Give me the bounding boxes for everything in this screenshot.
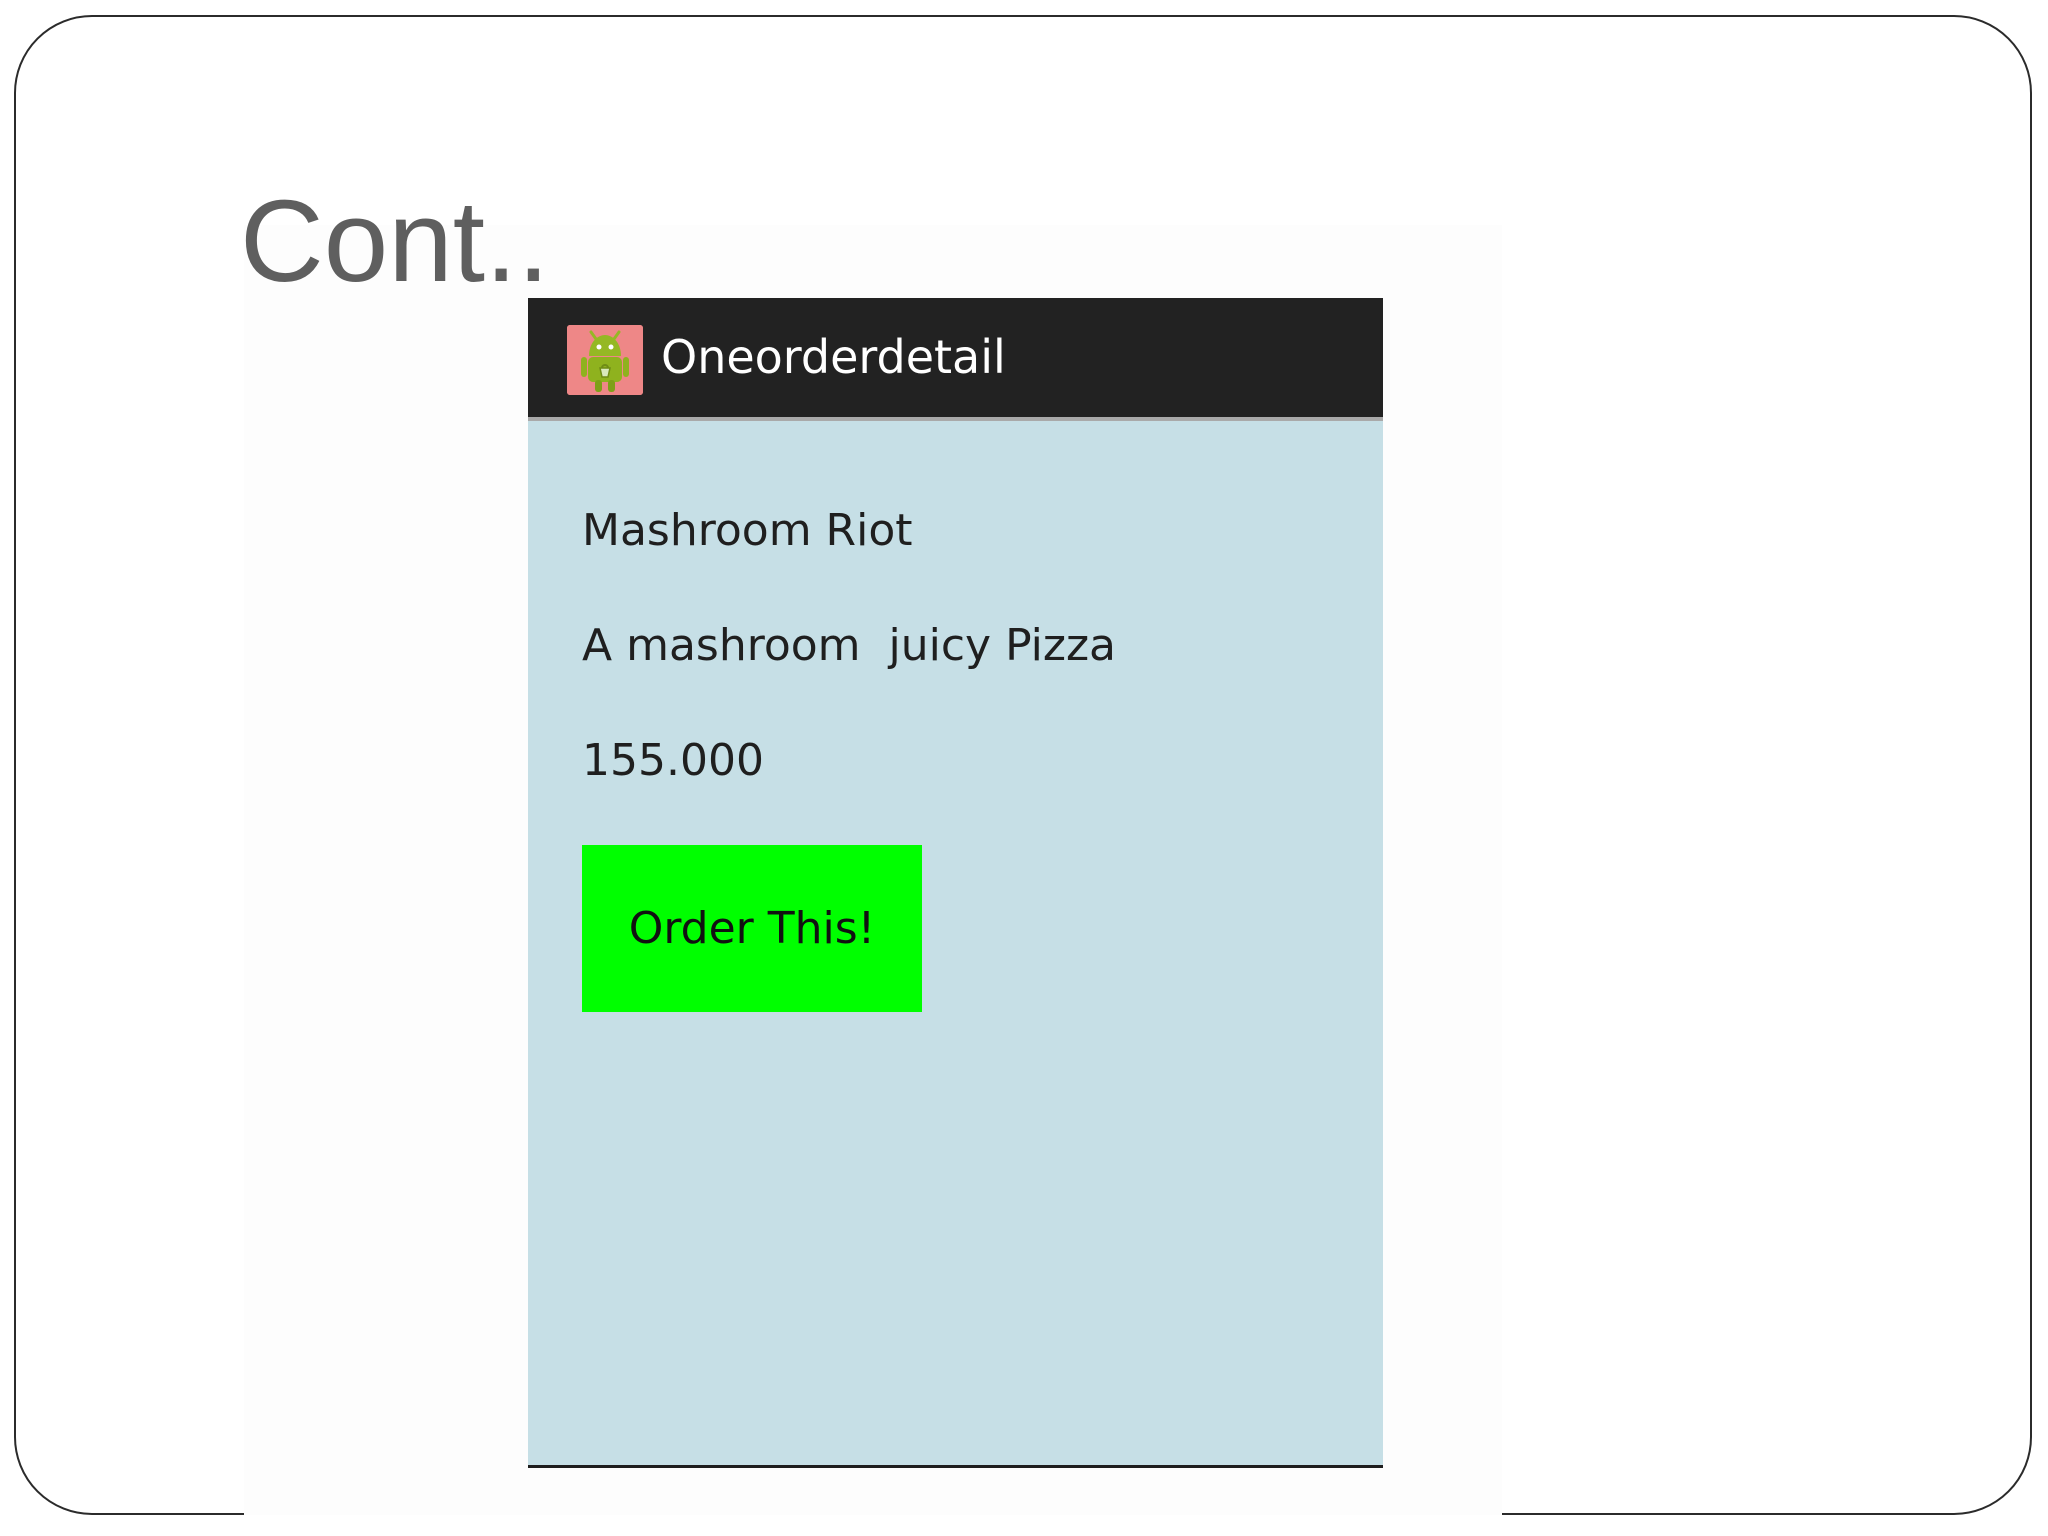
android-screenshot: Oneorderdetail Mashroom Riot A mashroom … [528,298,1383,1468]
pizza-name: Mashroom Riot [582,505,913,556]
action-bar: Oneorderdetail [528,298,1383,421]
presentation-slide: Cont.. Oneorderdetail Mashroom Riot A ma… [14,15,2032,1515]
pizza-price: 155.000 [582,735,764,786]
pizza-description: A mashroom juicy Pizza [582,620,1117,671]
app-title: Oneorderdetail [661,330,1006,384]
slide-title: Cont.. [240,176,550,306]
order-this-button[interactable]: Order This! [582,845,922,1012]
android-app-icon [567,325,643,395]
